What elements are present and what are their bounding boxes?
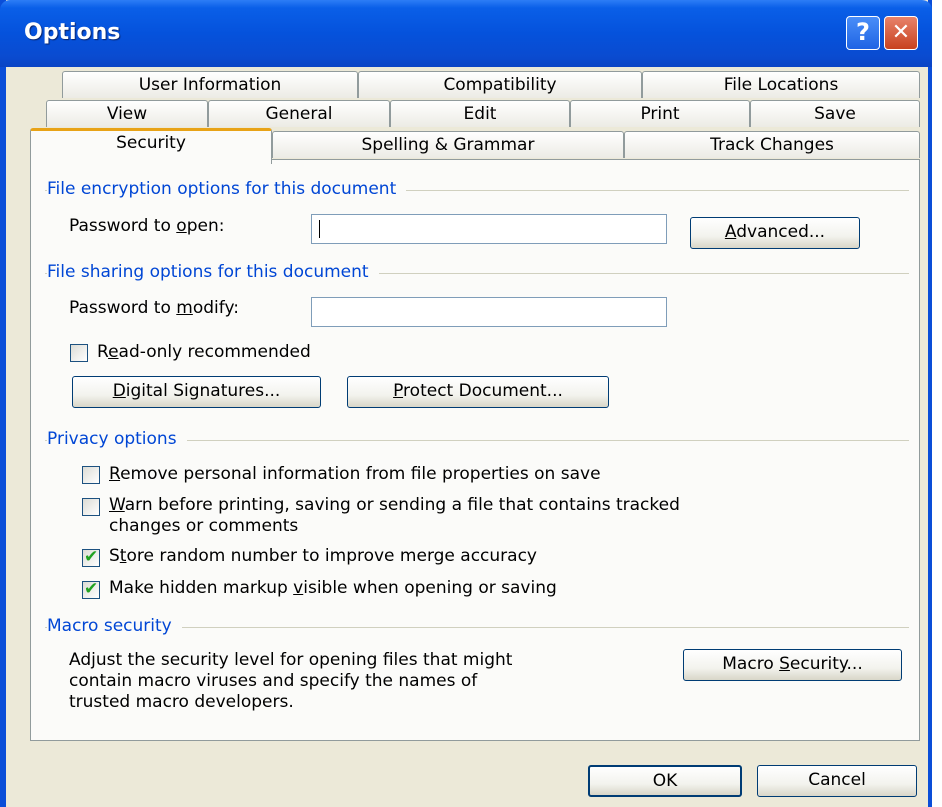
tab-compatibility[interactable]: Compatibility	[358, 71, 642, 98]
read-only-checkbox[interactable]	[70, 344, 88, 362]
tab-spelling-grammar[interactable]: Spelling & Grammar	[272, 131, 624, 158]
password-modify-input[interactable]	[311, 297, 667, 327]
warn-tracked-changes-label-line2: changes or comments	[109, 516, 299, 536]
ok-button[interactable]: OK	[588, 765, 742, 797]
make-hidden-markup-visible-label: Make hidden markup visible when opening …	[109, 578, 557, 598]
warn-tracked-changes-label: Warn before printing, saving or sending …	[109, 495, 680, 515]
password-modify-label: Password to modify:	[69, 298, 239, 318]
remove-personal-info-checkbox[interactable]	[82, 466, 100, 484]
warn-tracked-changes-checkbox[interactable]	[82, 498, 100, 516]
tab-user-information[interactable]: User Information	[62, 71, 358, 98]
password-open-input[interactable]	[311, 214, 667, 244]
checkmark-icon: ✔	[84, 579, 99, 599]
close-icon: ✕	[891, 20, 911, 45]
macro-description-line1: Adjust the security level for opening fi…	[69, 650, 513, 670]
tab-security[interactable]: Security	[30, 128, 272, 164]
close-button[interactable]: ✕	[884, 16, 918, 50]
advanced-button[interactable]: Advanced...	[690, 217, 860, 249]
macro-security-button[interactable]: Macro Security...	[683, 649, 902, 681]
window-title: Options	[24, 20, 121, 45]
macro-group-title: Macro security	[47, 616, 182, 636]
title-bar[interactable]: Options ? ✕	[0, 0, 932, 67]
tab-save[interactable]: Save	[750, 100, 920, 127]
password-open-label: Password to open:	[69, 216, 225, 236]
store-random-number-label: Store random number to improve merge acc…	[109, 546, 537, 566]
tab-track-changes[interactable]: Track Changes	[624, 131, 920, 158]
macro-description-line2: contain macro viruses and specify the na…	[69, 671, 478, 691]
help-button[interactable]: ?	[846, 16, 880, 50]
cancel-button[interactable]: Cancel	[757, 765, 917, 797]
security-tab-panel: File encryption options for this documen…	[30, 159, 920, 741]
encryption-group-title: File encryption options for this documen…	[47, 179, 407, 199]
digital-signatures-button[interactable]: Digital Signatures...	[72, 376, 321, 408]
store-random-number-checkbox[interactable]: ✔	[82, 547, 100, 567]
tab-edit[interactable]: Edit	[390, 100, 570, 127]
protect-document-button[interactable]: Protect Document...	[347, 376, 609, 408]
text-cursor	[319, 220, 320, 238]
make-hidden-markup-visible-checkbox[interactable]: ✔	[82, 579, 100, 599]
tab-view[interactable]: View	[46, 100, 208, 127]
checkmark-icon: ✔	[84, 547, 99, 567]
tab-print[interactable]: Print	[570, 100, 750, 127]
help-icon: ?	[856, 18, 870, 46]
sharing-group-title: File sharing options for this document	[47, 262, 379, 282]
read-only-label: Read-only recommended	[97, 342, 311, 362]
remove-personal-info-label: Remove personal information from file pr…	[109, 464, 601, 484]
macro-description-line3: trusted macro developers.	[69, 692, 294, 712]
tab-general[interactable]: General	[208, 100, 390, 127]
privacy-group-title: Privacy options	[47, 429, 187, 449]
tab-file-locations[interactable]: File Locations	[642, 71, 920, 98]
